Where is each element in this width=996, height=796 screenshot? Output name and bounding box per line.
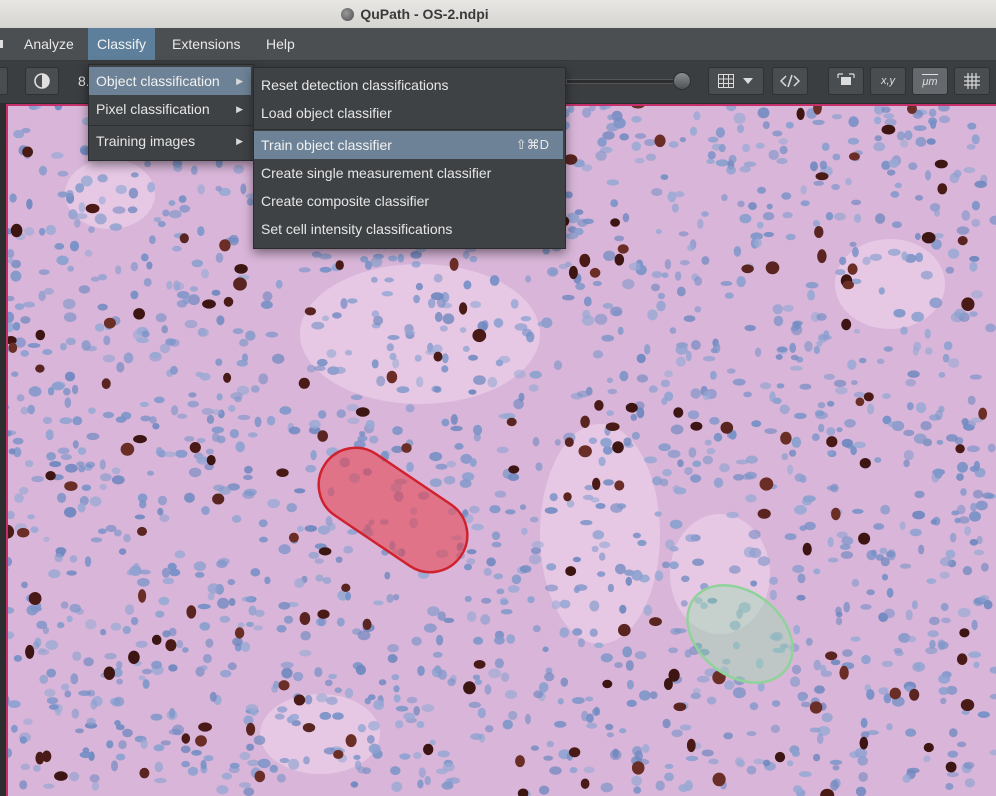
opacity-slider-track[interactable]: [566, 79, 680, 84]
viewer-border-left: [6, 104, 8, 796]
table-icon: [718, 74, 734, 88]
grid-icon: [964, 73, 980, 89]
menu-item-object-classification[interactable]: Object classification ▶: [89, 67, 251, 95]
show-coordinates-button[interactable]: x,y: [870, 67, 906, 95]
green-annotation[interactable]: [668, 565, 811, 703]
menu-item-label: Training images: [96, 133, 196, 149]
menu-item-label: Train object classifier: [261, 137, 392, 153]
code-icon: [780, 74, 800, 88]
fit-selection-button[interactable]: [828, 67, 864, 95]
table-button[interactable]: [708, 67, 764, 95]
menu-item-reset-detection-classifications[interactable]: Reset detection classifications: [254, 71, 563, 99]
menu-item-create-single-measurement-classifier[interactable]: Create single measurement classifier: [254, 159, 563, 187]
menu-extensions[interactable]: Extensions: [163, 28, 249, 60]
menu-stub: [0, 40, 3, 48]
chevron-down-icon: [743, 78, 753, 84]
submenu-arrow-icon: ▶: [236, 76, 243, 86]
opacity-slider-knob[interactable]: [673, 72, 691, 90]
classify-menu: Object classification ▶ Pixel classifica…: [88, 64, 254, 161]
menu-item-set-cell-intensity-classifications[interactable]: Set cell intensity classifications: [254, 215, 563, 243]
menu-analyze[interactable]: Analyze: [15, 28, 83, 60]
object-classification-submenu: Reset detection classifications Load obj…: [253, 67, 566, 249]
qupath-app-icon: [341, 7, 355, 21]
menu-separator: [89, 125, 251, 126]
menu-item-train-object-classifier[interactable]: Train object classifier ⇧⌘D: [254, 131, 563, 159]
red-annotation[interactable]: [304, 433, 481, 586]
menu-item-label: Object classification: [96, 73, 220, 89]
grid-button[interactable]: [954, 67, 990, 95]
submenu-arrow-icon: ▶: [236, 104, 243, 114]
menu-item-load-object-classifier[interactable]: Load object classifier: [254, 99, 563, 127]
title-bar: QuPath - OS-2.ndpi: [0, 0, 996, 29]
unit-label: μm: [922, 74, 938, 88]
script-editor-button[interactable]: [772, 67, 808, 95]
menu-item-pixel-classification[interactable]: Pixel classification ▶: [89, 95, 251, 123]
menu-help[interactable]: Help: [257, 28, 304, 60]
menu-classify[interactable]: Classify: [88, 28, 156, 60]
show-scalebar-button[interactable]: μm: [912, 67, 948, 95]
menu-separator: [254, 129, 563, 130]
menu-bar: Analyze Classify Extensions Help: [0, 28, 996, 61]
brightness-contrast-button[interactable]: [25, 67, 59, 95]
menu-item-training-images[interactable]: Training images ▶: [89, 127, 251, 155]
keyboard-shortcut: ⇧⌘D: [515, 137, 549, 152]
menu-item-label: Pixel classification: [96, 101, 210, 117]
menu-item-create-composite-classifier[interactable]: Create composite classifier: [254, 187, 563, 215]
submenu-arrow-icon: ▶: [236, 136, 243, 146]
fit-selection-icon: [837, 73, 855, 85]
window-title: QuPath - OS-2.ndpi: [360, 6, 489, 22]
brightness-contrast-icon: [34, 73, 50, 89]
left-edge-button[interactable]: [0, 67, 8, 95]
